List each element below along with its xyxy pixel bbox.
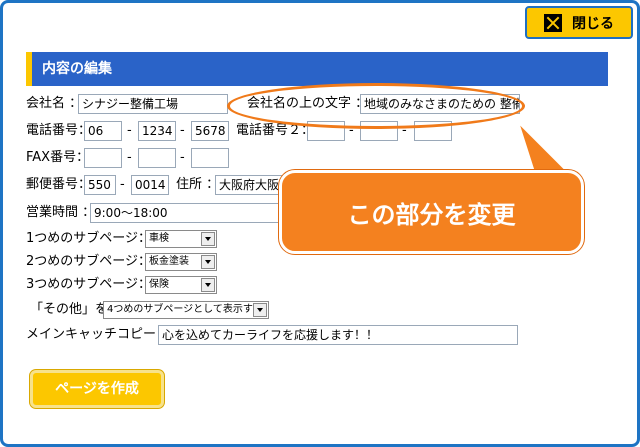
chevron-down-icon <box>201 278 215 292</box>
postal-input-1[interactable]: 550 <box>84 175 116 195</box>
close-button-label: 閉じる <box>572 15 614 32</box>
postal-input-2[interactable]: 0014 <box>131 175 169 195</box>
phone-input-1[interactable]: 06 <box>84 121 122 141</box>
dash: - <box>127 150 132 165</box>
address-label: 住所 ： <box>176 177 220 192</box>
other-select-value: 4つめのサブページとして表示する <box>107 304 263 315</box>
close-icon <box>544 13 562 32</box>
catch-input[interactable]: 心を込めてカーライフを応援します！！ <box>158 325 518 345</box>
sub2-select-value: 板金塗装 <box>149 256 189 267</box>
phone-input-2[interactable]: 1234 <box>138 121 176 141</box>
phone-input-3[interactable]: 5678 <box>191 121 229 141</box>
callout-box: この部分を変更 <box>279 170 584 254</box>
sub1-select[interactable]: 車検 <box>145 230 217 248</box>
dash: - <box>180 123 185 138</box>
sub1-select-value: 車検 <box>149 233 169 244</box>
fax-input-2[interactable] <box>138 148 176 168</box>
phone-label: 電話番号： <box>26 123 92 138</box>
fax-label: FAX番号： <box>26 150 90 165</box>
dash: - <box>120 177 125 192</box>
hours-label: 営業時間 ： <box>26 205 96 220</box>
catch-label: メインキャッチコピー： <box>26 327 170 342</box>
company-name-input[interactable]: シナジー整備工場 <box>78 94 228 114</box>
sub2-label: 2つめのサブページ： <box>26 254 152 269</box>
close-button[interactable]: 閉じる <box>525 6 633 39</box>
chevron-down-icon <box>201 232 215 246</box>
other-label: 「その他」を <box>30 302 109 317</box>
sub3-select-value: 保険 <box>149 279 169 290</box>
sub3-select[interactable]: 保険 <box>145 276 217 294</box>
company-name-label: 会社名 ： <box>26 96 83 111</box>
chevron-down-icon <box>201 255 215 269</box>
fax-input-3[interactable] <box>191 148 229 168</box>
sub1-label: 1つめのサブページ： <box>26 231 152 246</box>
dash: - <box>127 123 132 138</box>
other-select[interactable]: 4つめのサブページとして表示する <box>103 301 269 319</box>
callout-text: この部分を変更 <box>347 200 516 229</box>
sub3-label: 3つめのサブページ： <box>26 277 152 292</box>
dash: - <box>180 150 185 165</box>
hours-input[interactable]: 9:00～18:00 <box>90 203 290 223</box>
fax-input-1[interactable] <box>84 148 122 168</box>
section-header: 内容の編集 <box>26 52 608 86</box>
highlight-oval <box>227 83 525 129</box>
sub2-select[interactable]: 板金塗装 <box>145 253 217 271</box>
postal-label: 郵便番号： <box>26 177 92 192</box>
make-page-button[interactable]: ページを作成 <box>30 370 164 408</box>
chevron-down-icon <box>253 303 267 317</box>
